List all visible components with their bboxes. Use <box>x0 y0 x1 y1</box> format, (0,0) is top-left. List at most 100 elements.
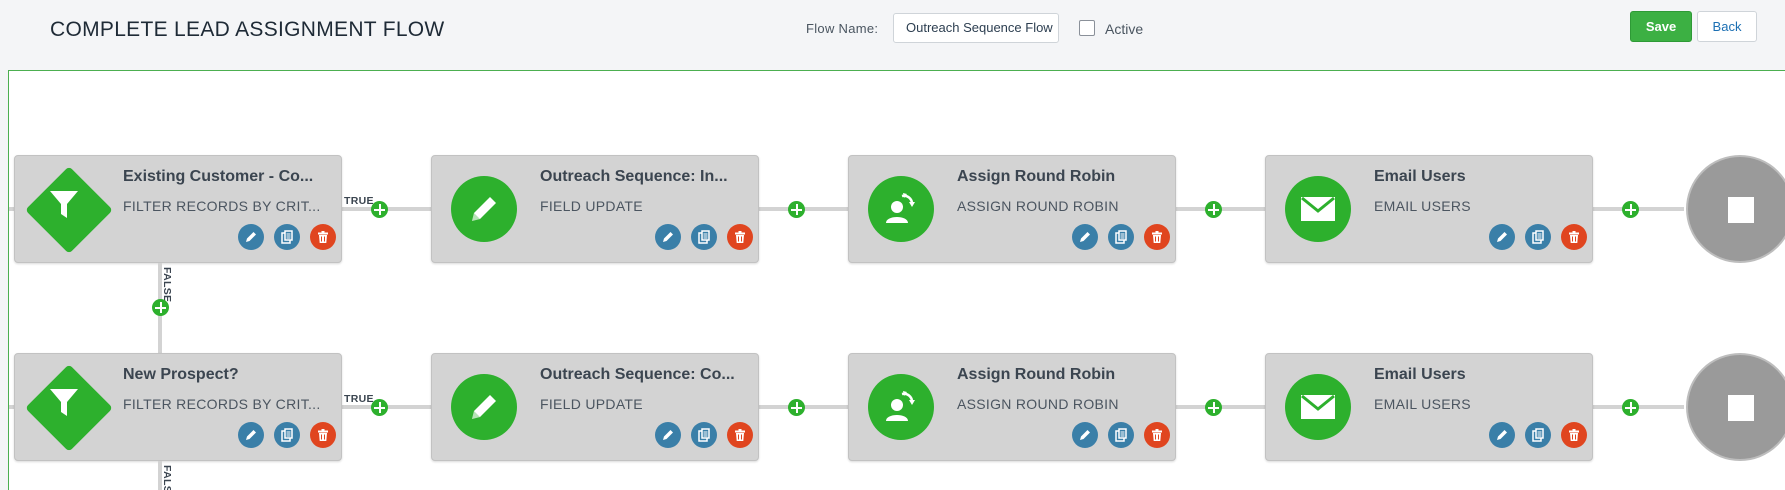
delete-step-button[interactable] <box>1561 224 1587 250</box>
flow-step-field-update[interactable]: Outreach Sequence: Co... FIELD UPDATE <box>431 353 759 461</box>
step-title: Email Users <box>1374 168 1466 185</box>
copy-icon <box>1114 230 1128 244</box>
copy-step-button[interactable] <box>1525 224 1551 250</box>
copy-step-button[interactable] <box>274 224 300 250</box>
edit-step-button[interactable] <box>238 422 264 448</box>
envelope-icon <box>1285 374 1351 440</box>
step-subtitle: FIELD UPDATE <box>540 396 643 412</box>
step-subtitle: ASSIGN ROUND ROBIN <box>957 396 1119 412</box>
copy-step-button[interactable] <box>691 422 717 448</box>
flow-step-round-robin[interactable]: Assign Round Robin ASSIGN ROUND ROBIN <box>848 155 1176 263</box>
step-subtitle: FIELD UPDATE <box>540 198 643 214</box>
copy-step-button[interactable] <box>1525 422 1551 448</box>
false-branch-label: FALSE <box>161 267 173 303</box>
delete-step-button[interactable] <box>310 422 336 448</box>
trash-icon <box>1567 428 1581 442</box>
true-branch-label: TRUE <box>344 195 374 207</box>
flow-step-email[interactable]: Email Users EMAIL USERS <box>1265 155 1593 263</box>
add-step-button[interactable] <box>1205 201 1222 218</box>
flow-end-node[interactable] <box>1686 155 1785 263</box>
copy-step-button[interactable] <box>1108 422 1134 448</box>
copy-icon <box>280 428 294 442</box>
filter-icon <box>32 371 96 435</box>
true-branch-label: TRUE <box>344 393 374 405</box>
trash-icon <box>316 230 330 244</box>
step-actions <box>1072 224 1170 250</box>
add-step-button[interactable] <box>1205 399 1222 416</box>
add-step-button[interactable] <box>788 399 805 416</box>
pencil-icon <box>451 374 517 440</box>
pencil-icon <box>244 428 258 442</box>
step-title: Email Users <box>1374 366 1466 383</box>
trash-icon <box>733 230 747 244</box>
copy-icon <box>697 230 711 244</box>
page-title: COMPLETE LEAD ASSIGNMENT FLOW <box>50 18 445 41</box>
edit-step-button[interactable] <box>1489 224 1515 250</box>
edit-step-button[interactable] <box>1489 422 1515 448</box>
save-button[interactable]: Save <box>1630 11 1692 42</box>
step-actions <box>1489 422 1587 448</box>
flow-canvas[interactable]: TRUE Existing Customer - Co... FILTER RECO… <box>8 70 1785 490</box>
pencil-icon <box>661 428 675 442</box>
round-robin-user-icon <box>868 374 934 440</box>
filter-icon <box>32 173 96 237</box>
flow-name-input[interactable]: Outreach Sequence Flow <box>893 13 1059 43</box>
step-title: Outreach Sequence: In... <box>540 168 728 185</box>
copy-icon <box>1531 428 1545 442</box>
step-actions <box>238 422 336 448</box>
flow-step-field-update[interactable]: Outreach Sequence: In... FIELD UPDATE <box>431 155 759 263</box>
pencil-icon <box>1495 428 1509 442</box>
step-subtitle: EMAIL USERS <box>1374 198 1471 214</box>
edit-step-button[interactable] <box>655 224 681 250</box>
step-subtitle: FILTER RECORDS BY CRIT... <box>123 396 321 412</box>
flow-name-value: Outreach Sequence Flow <box>906 20 1053 35</box>
copy-icon <box>280 230 294 244</box>
step-subtitle: EMAIL USERS <box>1374 396 1471 412</box>
edit-step-button[interactable] <box>1072 422 1098 448</box>
edit-step-button[interactable] <box>238 224 264 250</box>
delete-step-button[interactable] <box>1144 224 1170 250</box>
flow-step-round-robin[interactable]: Assign Round Robin ASSIGN ROUND ROBIN <box>848 353 1176 461</box>
trash-icon <box>733 428 747 442</box>
copy-icon <box>697 428 711 442</box>
pencil-icon <box>451 176 517 242</box>
pencil-icon <box>661 230 675 244</box>
step-title: Outreach Sequence: Co... <box>540 366 735 383</box>
flow-step-filter[interactable]: Existing Customer - Co... FILTER RECORDS … <box>14 155 342 263</box>
delete-step-button[interactable] <box>310 224 336 250</box>
add-step-button[interactable] <box>788 201 805 218</box>
add-step-button[interactable] <box>1622 399 1639 416</box>
copy-step-button[interactable] <box>274 422 300 448</box>
copy-icon <box>1531 230 1545 244</box>
step-title: Existing Customer - Co... <box>123 168 314 185</box>
step-actions <box>1072 422 1170 448</box>
false-branch-label: FALSE <box>161 465 173 490</box>
back-button[interactable]: Back <box>1697 11 1757 42</box>
trash-icon <box>1150 230 1164 244</box>
step-actions <box>655 224 753 250</box>
delete-step-button[interactable] <box>727 422 753 448</box>
step-title: New Prospect? <box>123 366 239 383</box>
trash-icon <box>1150 428 1164 442</box>
edit-step-button[interactable] <box>1072 224 1098 250</box>
delete-step-button[interactable] <box>1561 422 1587 448</box>
pencil-icon <box>1078 428 1092 442</box>
edit-step-button[interactable] <box>655 422 681 448</box>
flow-end-node[interactable] <box>1686 353 1785 461</box>
envelope-icon <box>1285 176 1351 242</box>
copy-step-button[interactable] <box>1108 224 1134 250</box>
step-subtitle: FILTER RECORDS BY CRIT... <box>123 198 321 214</box>
pencil-icon <box>1078 230 1092 244</box>
add-step-button[interactable] <box>1622 201 1639 218</box>
flow-step-email[interactable]: Email Users EMAIL USERS <box>1265 353 1593 461</box>
delete-step-button[interactable] <box>1144 422 1170 448</box>
copy-step-button[interactable] <box>691 224 717 250</box>
flow-name-label: Flow Name: <box>806 21 879 36</box>
add-step-button[interactable] <box>152 299 169 316</box>
copy-icon <box>1114 428 1128 442</box>
step-subtitle: ASSIGN ROUND ROBIN <box>957 198 1119 214</box>
trash-icon <box>1567 230 1581 244</box>
delete-step-button[interactable] <box>727 224 753 250</box>
flow-step-filter[interactable]: New Prospect? FILTER RECORDS BY CRIT... <box>14 353 342 461</box>
active-checkbox[interactable] <box>1079 20 1095 36</box>
